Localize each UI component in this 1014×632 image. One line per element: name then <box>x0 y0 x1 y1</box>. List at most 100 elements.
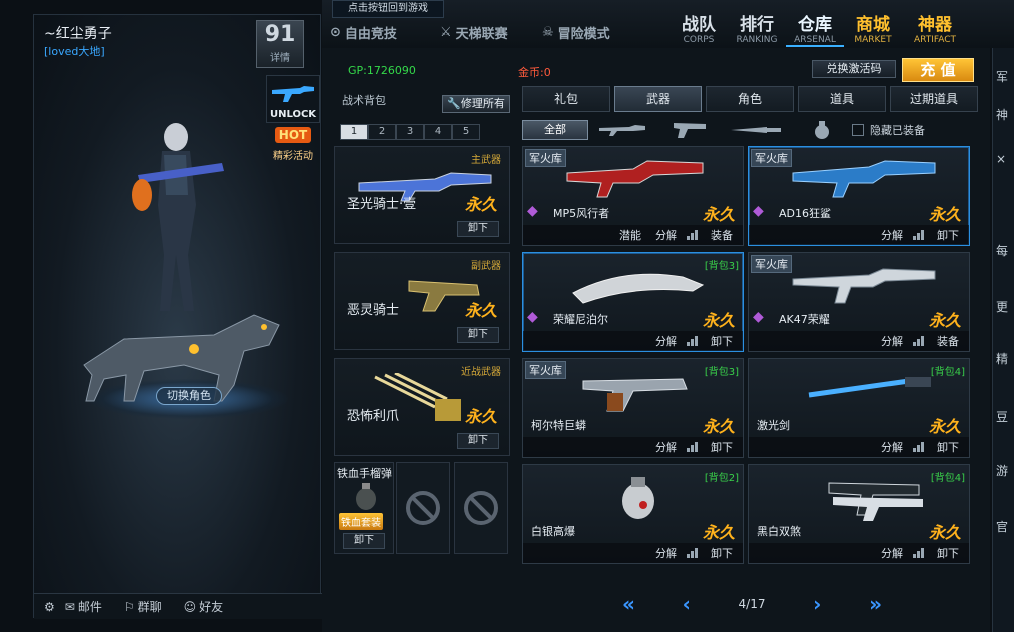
card-action-button[interactable]: 分解 <box>651 333 681 349</box>
permanent-badge: 永久 <box>928 417 961 436</box>
grenade-slot[interactable]: 铁血手榴弹 铁血套装 卸下 <box>334 462 394 554</box>
recharge-button[interactable]: 充 值 <box>902 58 974 82</box>
bag-page-tab[interactable]: 2 <box>368 124 396 140</box>
level-detail-label: 详情 <box>270 53 290 64</box>
nav-label: 商城 <box>856 15 890 35</box>
nav-artifact[interactable]: 神器 ARTIFACT <box>906 10 964 45</box>
card-action-button[interactable]: 卸下 <box>707 439 737 455</box>
mode-free-battle[interactable]: ⊙ 自由竞技 <box>330 18 397 46</box>
event-label: 精彩活动 <box>273 151 313 162</box>
weapon-image <box>808 377 931 398</box>
arsenal-tag: 军火库 <box>751 255 792 273</box>
weapon-card[interactable]: 军火库 ◆ AD16狂鲨 永久 分解 卸下 <box>748 146 970 246</box>
signal-icon <box>913 548 927 558</box>
close-icon[interactable]: × <box>996 152 1006 166</box>
prev-page-button[interactable]: ‹ <box>683 592 691 616</box>
switch-role-button[interactable]: 切换角色 <box>156 387 222 405</box>
friends-button[interactable]: ☺ 好友 <box>184 598 224 615</box>
redeem-code-button[interactable]: 兑换激活码 <box>812 60 896 78</box>
card-action-button[interactable]: 分解 <box>877 227 907 243</box>
permanent-badge: 永久 <box>702 311 735 330</box>
card-action-button[interactable]: 卸下 <box>933 227 963 243</box>
unequip-button[interactable]: 卸下 <box>457 221 499 237</box>
checkbox[interactable] <box>852 124 864 136</box>
nav-corps[interactable]: 战队 CORPS <box>670 10 728 45</box>
card-action-button[interactable]: 装备 <box>933 333 963 349</box>
level-badge[interactable]: 91 详情 <box>256 20 304 68</box>
event-button[interactable]: HOT 精彩活动 <box>266 125 320 171</box>
empty-slot[interactable] <box>454 462 508 554</box>
first-page-button[interactable]: « <box>622 592 635 616</box>
bag-page-tab[interactable]: 5 <box>452 124 480 140</box>
bag-page-tab[interactable]: 1 <box>340 124 368 140</box>
permanent-badge: 永久 <box>702 205 735 224</box>
next-page-button[interactable]: › <box>813 592 821 616</box>
filter-rifle[interactable] <box>594 120 654 140</box>
card-actions: 分解 卸下 <box>523 543 743 563</box>
card-action-button[interactable]: 卸下 <box>933 439 963 455</box>
tab-weapons[interactable]: 武器 <box>614 86 702 112</box>
nav-ranking[interactable]: 排行 RANKING <box>728 10 786 45</box>
card-action-button[interactable]: 分解 <box>877 439 907 455</box>
tab-gift[interactable]: 礼包 <box>522 86 610 112</box>
nav-arsenal[interactable]: 仓库 ARSENAL <box>786 10 844 47</box>
last-page-button[interactable]: » <box>869 592 882 616</box>
card-action-button[interactable]: 分解 <box>877 333 907 349</box>
bag-page-tab[interactable]: 3 <box>396 124 424 140</box>
card-action-button[interactable]: 卸下 <box>707 545 737 561</box>
group-chat-button[interactable]: ⚐ 群聊 <box>124 598 162 615</box>
weapon-name: 柯尔特巨蟒 <box>531 419 586 432</box>
nav-sublabel: CORPS <box>683 35 715 45</box>
side-tab[interactable]: 军 <box>996 68 1008 85</box>
secondary-weapon-slot[interactable]: 副武器 恶灵骑士 永久 卸下 <box>334 252 510 350</box>
tab-items[interactable]: 道具 <box>798 86 886 112</box>
mode-ladder[interactable]: ⚔ 天梯联赛 <box>440 18 508 46</box>
weapon-card[interactable]: 军火库 ◆ MP5风行者 永久 潜能 分解 装备 <box>522 146 744 246</box>
mail-button[interactable]: ✉ 邮件 <box>65 598 102 615</box>
target-icon: ⊙ <box>330 24 341 40</box>
slot-weapon-name: 恐怖利爪 <box>347 409 400 424</box>
repair-all-button[interactable]: 🔧修理所有 <box>442 95 510 113</box>
card-action-button[interactable]: 分解 <box>877 545 907 561</box>
weapon-card[interactable]: 军火库 [背包3] 柯尔特巨蟒 永久 分解 卸下 <box>522 358 744 458</box>
unequip-button[interactable]: 卸下 <box>343 533 385 549</box>
permanent-badge: 永久 <box>928 523 961 542</box>
settings-button[interactable]: ⚙ <box>44 600 55 614</box>
empty-slot[interactable] <box>396 462 450 554</box>
weapon-card[interactable]: [背包3] ◆ 荣耀尼泊尔 永久 分解 卸下 <box>522 252 744 352</box>
weapon-card[interactable]: [背包4] 黑白双煞 永久 分解 卸下 <box>748 464 970 564</box>
unequip-button[interactable]: 卸下 <box>457 327 499 343</box>
gear-icon: ⚙ <box>44 599 55 614</box>
filter-pistol[interactable] <box>660 120 720 140</box>
unequip-button[interactable]: 卸下 <box>457 433 499 449</box>
weapon-card[interactable]: [背包2] 白银高爆 永久 分解 卸下 <box>522 464 744 564</box>
card-action-button[interactable]: 分解 <box>651 227 681 243</box>
card-action-button[interactable]: 装备 <box>707 227 737 243</box>
card-action-button[interactable]: 卸下 <box>933 545 963 561</box>
tab-expired[interactable]: 过期道具 <box>890 86 978 112</box>
card-action-button[interactable]: 卸下 <box>707 333 737 349</box>
signal-icon <box>687 336 701 346</box>
card-action-button[interactable]: 分解 <box>651 545 681 561</box>
hide-equipped-toggle[interactable]: 隐藏已装备 <box>852 122 925 138</box>
weapon-card[interactable]: [背包4] 激光剑 永久 分解 卸下 <box>748 358 970 458</box>
filter-grenade[interactable] <box>792 120 852 140</box>
primary-weapon-slot[interactable]: 主武器 圣光骑士·壹 永久 卸下 <box>334 146 510 244</box>
unlock-label: UNLOCK <box>269 109 317 120</box>
side-tab[interactable]: 神 <box>996 106 1008 123</box>
weapon-card[interactable]: 军火库 ◆ AK47荣耀 永久 分解 装备 <box>748 252 970 352</box>
guild-name[interactable]: [loved大地] <box>44 43 105 59</box>
nav-market[interactable]: 商城 MARKET <box>844 10 902 45</box>
filter-all-button[interactable]: 全部 <box>522 120 588 140</box>
filter-melee[interactable] <box>726 120 786 140</box>
card-action-button[interactable]: 潜能 <box>615 227 645 243</box>
unlock-button[interactable]: UNLOCK <box>266 75 320 123</box>
card-action-button[interactable]: 分解 <box>651 439 681 455</box>
melee-weapon-slot[interactable]: 近战武器 恐怖利爪 永久 卸下 <box>334 358 510 456</box>
nav-label: 仓库 <box>798 15 832 35</box>
ladder-icon: ⚔ <box>440 24 452 40</box>
tab-characters[interactable]: 角色 <box>706 86 794 112</box>
mode-adventure[interactable]: ☠ 冒险模式 <box>542 18 610 46</box>
bag-page-tab[interactable]: 4 <box>424 124 452 140</box>
mode-label: 天梯联赛 <box>455 26 508 42</box>
